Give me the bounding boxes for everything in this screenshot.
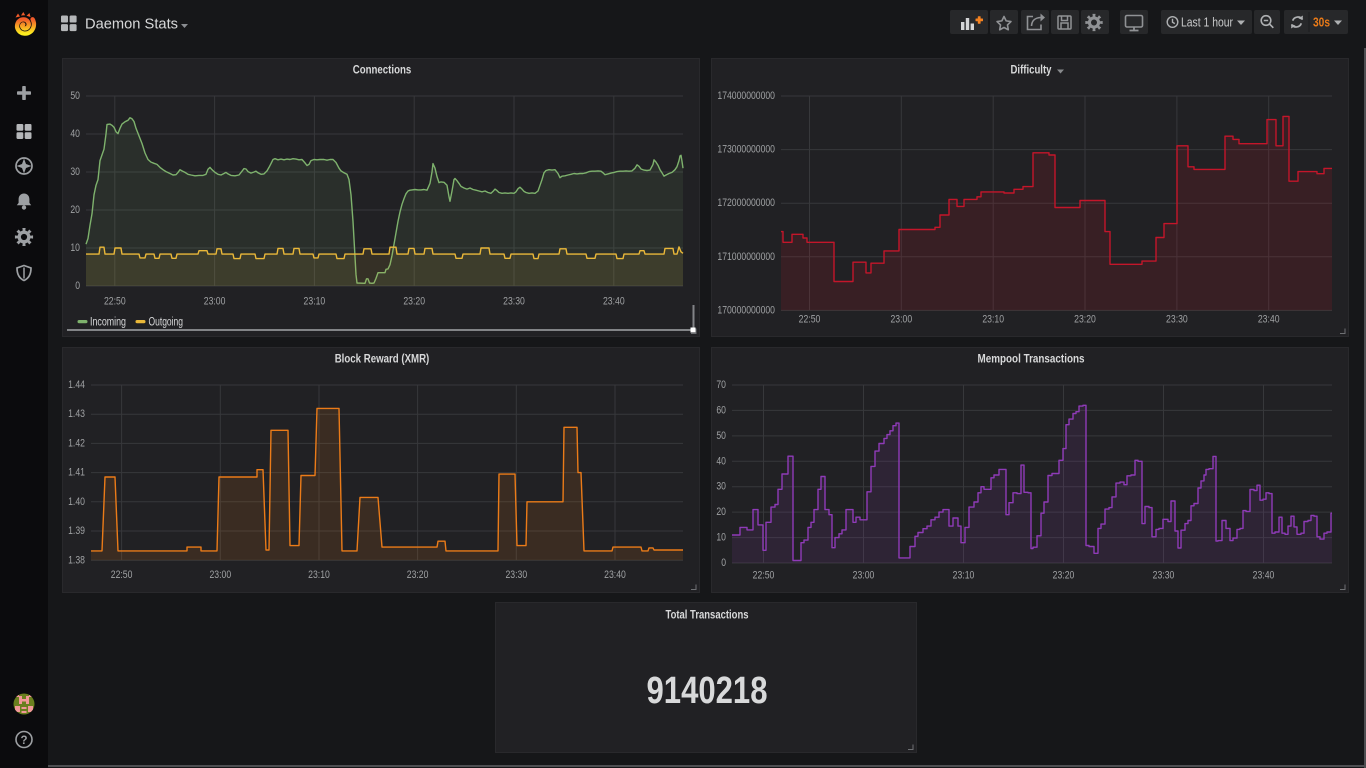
svg-text:20: 20 [716, 506, 726, 518]
svg-text:Last 1 hour: Last 1 hour [1181, 15, 1234, 30]
svg-text:50: 50 [70, 90, 80, 102]
svg-text:23:40: 23:40 [1258, 314, 1280, 326]
svg-text:23:10: 23:10 [953, 570, 975, 582]
svg-text:171000000000: 171000000000 [717, 251, 775, 263]
svg-text:23:20: 23:20 [1053, 570, 1075, 582]
svg-text:23:00: 23:00 [204, 296, 226, 308]
svg-text:Connections: Connections [353, 63, 412, 77]
svg-text:Daemon Stats: Daemon Stats [85, 17, 178, 33]
svg-text:23:40: 23:40 [1253, 570, 1275, 582]
svg-text:174000000000: 174000000000 [717, 90, 775, 102]
svg-text:Block Reward (XMR): Block Reward (XMR) [335, 352, 430, 366]
svg-text:1.39: 1.39 [68, 525, 85, 537]
svg-text:40: 40 [716, 455, 726, 467]
svg-text:170000000000: 170000000000 [717, 304, 775, 316]
svg-text:Total Transactions: Total Transactions [666, 608, 749, 622]
svg-text:1.42: 1.42 [68, 437, 85, 449]
svg-text:23:20: 23:20 [403, 296, 425, 308]
svg-text:30s: 30s [1313, 15, 1330, 30]
svg-text:?: ? [20, 735, 27, 747]
svg-text:40: 40 [70, 128, 80, 140]
svg-text:70: 70 [716, 379, 726, 391]
svg-text:173000000000: 173000000000 [717, 144, 775, 156]
svg-text:Difficulty: Difficulty [1011, 63, 1052, 77]
svg-text:50: 50 [716, 430, 726, 442]
svg-text:Incoming: Incoming [90, 317, 126, 329]
svg-text:22:50: 22:50 [104, 296, 126, 308]
svg-text:23:30: 23:30 [1153, 570, 1175, 582]
svg-text:1.43: 1.43 [68, 408, 85, 420]
svg-text:23:10: 23:10 [308, 569, 330, 581]
svg-text:23:00: 23:00 [853, 570, 875, 582]
svg-text:1.44: 1.44 [68, 379, 85, 391]
svg-text:10: 10 [70, 242, 80, 254]
svg-text:22:50: 22:50 [111, 569, 133, 581]
svg-text:1.40: 1.40 [68, 496, 85, 508]
svg-text:23:30: 23:30 [1166, 314, 1188, 326]
svg-text:0: 0 [75, 280, 80, 292]
svg-text:23:00: 23:00 [890, 314, 912, 326]
svg-text:23:10: 23:10 [304, 296, 326, 308]
svg-text:20: 20 [70, 204, 80, 216]
svg-text:23:40: 23:40 [604, 569, 626, 581]
svg-text:22:50: 22:50 [799, 314, 821, 326]
svg-text:1.38: 1.38 [68, 554, 85, 566]
svg-text:23:30: 23:30 [503, 296, 525, 308]
svg-text:23:20: 23:20 [407, 569, 429, 581]
svg-text:172000000000: 172000000000 [717, 197, 775, 209]
svg-text:0: 0 [721, 557, 726, 569]
svg-text:10: 10 [716, 532, 726, 544]
svg-text:22:50: 22:50 [753, 570, 775, 582]
svg-text:23:20: 23:20 [1074, 314, 1096, 326]
svg-text:1.41: 1.41 [68, 467, 85, 479]
svg-text:23:40: 23:40 [603, 296, 625, 308]
svg-text:Mempool Transactions: Mempool Transactions [978, 352, 1085, 366]
svg-text:23:10: 23:10 [982, 314, 1004, 326]
svg-text:60: 60 [716, 404, 726, 416]
svg-text:30: 30 [70, 166, 80, 178]
svg-text:9140218: 9140218 [647, 670, 768, 712]
svg-text:23:30: 23:30 [505, 569, 527, 581]
svg-text:23:00: 23:00 [209, 569, 231, 581]
svg-text:30: 30 [716, 481, 726, 493]
svg-text:Outgoing: Outgoing [149, 317, 184, 329]
